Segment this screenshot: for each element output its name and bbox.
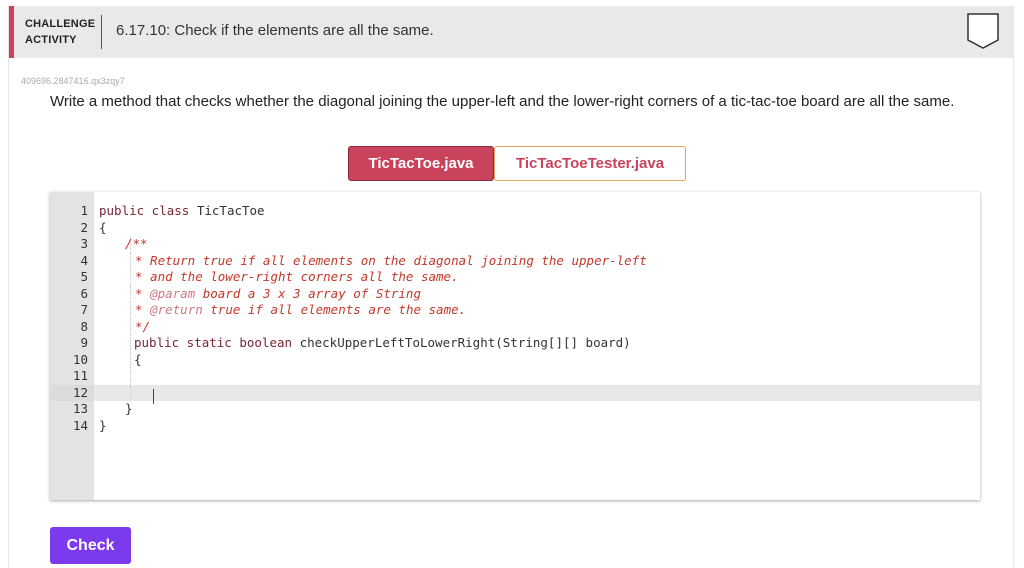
line-number: 1 (80, 203, 88, 218)
activity-title: 6.17.10: Check if the elements are all t… (116, 22, 434, 39)
line-number: 2 (80, 219, 88, 235)
indent-guide (130, 302, 132, 319)
code-keyword: public static boolean (134, 335, 300, 350)
text-cursor (153, 389, 154, 404)
code-line-2: { (99, 219, 107, 235)
line-number: 7 (80, 302, 88, 317)
line-number: 10 (72, 351, 88, 367)
activity-header: CHALLENGE ACTIVITY 6.17.10: Check if the… (9, 6, 1013, 58)
tab-tictactoe-java[interactable]: TicTacToe.java (348, 146, 494, 181)
code-identifier: checkUpperLeftToLowerRight(String[][] bo… (299, 335, 631, 350)
indent-guide (130, 335, 132, 352)
line-number: 8 (80, 318, 88, 334)
line-number: 9 (80, 335, 88, 350)
comment-text: board a 3 x 3 array of String (195, 285, 421, 301)
header-divider (101, 15, 102, 49)
instructions-text: Write a method that checks whether the d… (50, 93, 955, 110)
check-button[interactable]: Check (50, 527, 131, 564)
line-number: 5 (80, 269, 88, 284)
header-accent-bar (9, 6, 14, 58)
line-number: 3 (80, 236, 88, 251)
code-line-13: } (125, 401, 133, 416)
code-editor[interactable]: 1 2 3 4 5 6 7 8 9 10 11 12 13 14 public … (50, 192, 980, 500)
comment-text: true if all elements are the same. (202, 302, 467, 317)
activity-id: 409696.2847416.qx3zqy7 (21, 76, 125, 86)
indent-guide (130, 285, 132, 302)
indent-guide (130, 351, 132, 368)
code-line-9: public static boolean checkUpperLeftToLo… (134, 335, 631, 352)
indent-guide (130, 368, 132, 385)
code-line-7: * @return true if all elements are the s… (135, 302, 466, 319)
javadoc-tag: @param (150, 285, 196, 301)
active-line-highlight (50, 384, 980, 401)
completion-badge-icon (967, 13, 999, 49)
indent-guide (130, 252, 132, 269)
indent-guide (130, 384, 132, 401)
javadoc-tag: @return (150, 302, 203, 317)
comment-star: * (135, 302, 151, 317)
line-number: 12 (72, 384, 88, 400)
challenge-activity-label: CHALLENGE ACTIVITY (25, 16, 95, 48)
code-identifier: TicTacToe (196, 203, 265, 218)
code-line-14: } (99, 417, 107, 433)
code-line-6: * @param board a 3 x 3 array of String (135, 286, 421, 303)
line-number: 13 (72, 401, 88, 416)
code-line-1: public class TicTacToe (99, 203, 265, 220)
code-keyword: public class (99, 203, 197, 218)
line-number: 6 (80, 285, 88, 301)
line-number: 14 (72, 417, 88, 433)
indent-guide (130, 318, 132, 335)
code-line-5: * and the lower-right corners all the sa… (135, 269, 459, 284)
comment-star: * (135, 285, 151, 301)
challenge-activity: CHALLENGE ACTIVITY 6.17.10: Check if the… (8, 6, 1014, 568)
line-number: 4 (80, 252, 88, 268)
indent-guide (130, 269, 132, 286)
challenge-label-line2: ACTIVITY (25, 34, 77, 46)
code-line-3: /** (125, 236, 148, 251)
code-line-10: { (134, 351, 142, 367)
code-line-8: */ (135, 318, 151, 334)
tab-tictactoetester-java[interactable]: TicTacToeTester.java (494, 146, 686, 181)
line-number: 11 (72, 368, 88, 383)
code-line-4: * Return true if all elements on the dia… (135, 252, 647, 268)
challenge-label-line1: CHALLENGE (25, 18, 96, 30)
